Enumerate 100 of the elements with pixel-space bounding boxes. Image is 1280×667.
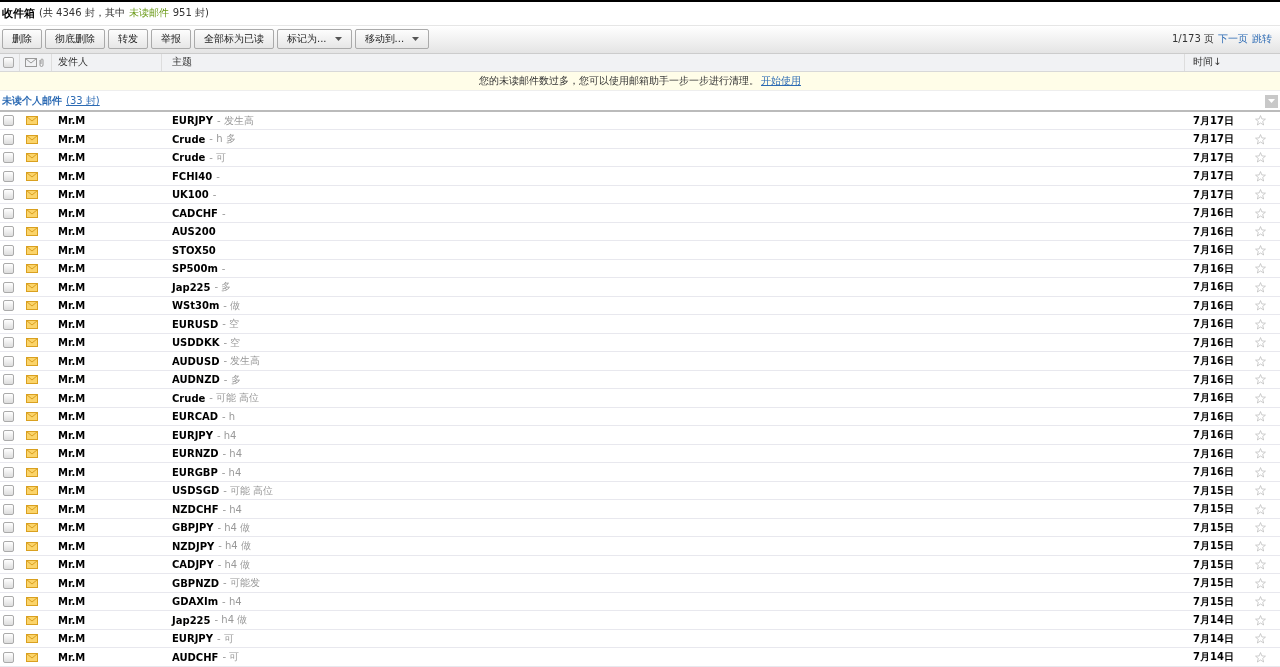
star-icon[interactable] — [1255, 540, 1266, 552]
mail-row[interactable]: Mr.M Jap225 - 多 7月16日 — [0, 278, 1280, 297]
star-icon[interactable] — [1255, 207, 1266, 219]
toolbar-button[interactable]: 全部标为已读 — [194, 29, 274, 50]
mail-row[interactable]: Mr.M GBPNZD - 可能发 7月15日 — [0, 574, 1280, 593]
mail-row[interactable]: Mr.M WSt30m - 做 7月16日 — [0, 297, 1280, 316]
star-icon[interactable] — [1255, 337, 1266, 349]
mail-row[interactable]: Mr.M NZDJPY - h4 做 7月15日 — [0, 537, 1280, 556]
row-checkbox[interactable] — [3, 374, 14, 386]
row-checkbox[interactable] — [3, 614, 14, 626]
mail-row[interactable]: Mr.M AUDUSD - 发生高 7月16日 — [0, 352, 1280, 371]
time-column-header[interactable]: 时间↓ — [1193, 55, 1222, 70]
row-checkbox[interactable] — [3, 577, 14, 589]
mail-row[interactable]: Mr.M GDAXIm - h4 7月15日 — [0, 593, 1280, 612]
toolbar-button[interactable]: 标记为... — [277, 29, 352, 50]
mail-row[interactable]: Mr.M EURGBP - h4 7月16日 — [0, 463, 1280, 482]
row-checkbox[interactable] — [3, 244, 14, 256]
jump-link[interactable]: 跳转 — [1252, 32, 1272, 47]
mail-row[interactable]: Mr.M GBPJPY - h4 做 7月15日 — [0, 519, 1280, 538]
row-checkbox[interactable] — [3, 318, 14, 330]
row-checkbox[interactable] — [3, 152, 14, 164]
row-checkbox[interactable] — [3, 226, 14, 238]
mail-row[interactable]: Mr.M STOX50 7月16日 — [0, 241, 1280, 260]
mail-row[interactable]: Mr.M EURCAD - h 7月16日 — [0, 408, 1280, 427]
star-icon[interactable] — [1255, 263, 1266, 275]
row-checkbox[interactable] — [3, 559, 14, 571]
toolbar-button[interactable]: 举报 — [151, 29, 191, 50]
star-icon[interactable] — [1255, 318, 1266, 330]
row-checkbox[interactable] — [3, 485, 14, 497]
row-checkbox[interactable] — [3, 522, 14, 534]
mail-row[interactable]: Mr.M USDDKK - 空 7月16日 — [0, 334, 1280, 353]
star-icon[interactable] — [1255, 503, 1266, 515]
row-checkbox[interactable] — [3, 503, 14, 515]
mail-row[interactable]: Mr.M EURJPY - 可 7月14日 — [0, 630, 1280, 649]
mail-row[interactable]: Mr.M SP500m - 7月16日 — [0, 260, 1280, 279]
star-icon[interactable] — [1255, 448, 1266, 460]
star-icon[interactable] — [1255, 133, 1266, 145]
sender-column-header[interactable]: 发件人 — [58, 55, 88, 70]
star-icon[interactable] — [1255, 485, 1266, 497]
star-icon[interactable] — [1255, 466, 1266, 478]
group-count-link[interactable]: (33 封) — [66, 94, 100, 109]
toolbar-button[interactable]: 转发 — [108, 29, 148, 50]
row-checkbox[interactable] — [3, 596, 14, 608]
mail-row[interactable]: Mr.M Crude - 可 7月17日 — [0, 149, 1280, 168]
next-page-link[interactable]: 下一页 — [1218, 32, 1248, 47]
row-checkbox[interactable] — [3, 448, 14, 460]
toolbar-button[interactable]: 移动到... — [354, 29, 430, 50]
row-checkbox[interactable] — [3, 466, 14, 478]
star-icon[interactable] — [1255, 374, 1266, 386]
star-icon[interactable] — [1255, 614, 1266, 626]
subject-column-header[interactable]: 主题 — [172, 55, 192, 70]
star-icon[interactable] — [1255, 300, 1266, 312]
row-checkbox[interactable] — [3, 337, 14, 349]
row-checkbox[interactable] — [3, 429, 14, 441]
row-checkbox[interactable] — [3, 207, 14, 219]
row-checkbox[interactable] — [3, 300, 14, 312]
star-icon[interactable] — [1255, 522, 1266, 534]
mail-row[interactable]: Mr.M EURJPY - h4 7月16日 — [0, 426, 1280, 445]
row-checkbox[interactable] — [3, 540, 14, 552]
row-checkbox[interactable] — [3, 189, 14, 201]
star-icon[interactable] — [1255, 244, 1266, 256]
row-checkbox[interactable] — [3, 392, 14, 404]
mail-row[interactable]: Mr.M FCHI40 - 7月17日 — [0, 167, 1280, 186]
star-icon[interactable] — [1255, 577, 1266, 589]
row-checkbox[interactable] — [3, 355, 14, 367]
star-icon[interactable] — [1255, 281, 1266, 293]
star-icon[interactable] — [1255, 633, 1266, 645]
start-using-link[interactable]: 开始使用 — [761, 73, 801, 88]
row-checkbox[interactable] — [3, 281, 14, 293]
mail-row[interactable]: Mr.M Crude - h 多 7月17日 — [0, 130, 1280, 149]
select-all-checkbox[interactable] — [3, 56, 14, 68]
collapse-button[interactable] — [1265, 94, 1278, 108]
star-icon[interactable] — [1255, 170, 1266, 182]
star-icon[interactable] — [1255, 115, 1266, 127]
toolbar-button[interactable]: 彻底删除 — [45, 29, 105, 50]
mail-row[interactable]: Mr.M CADCHF - 7月16日 — [0, 204, 1280, 223]
star-icon[interactable] — [1255, 596, 1266, 608]
mail-row[interactable]: Mr.M CADJPY - h4 做 7月15日 — [0, 556, 1280, 575]
star-icon[interactable] — [1255, 411, 1266, 423]
row-checkbox[interactable] — [3, 133, 14, 145]
row-checkbox[interactable] — [3, 115, 14, 127]
star-icon[interactable] — [1255, 226, 1266, 238]
row-checkbox[interactable] — [3, 651, 14, 663]
mail-row[interactable]: Mr.M EURJPY - 发生高 7月17日 — [0, 112, 1280, 131]
star-icon[interactable] — [1255, 429, 1266, 441]
mail-row[interactable]: Mr.M USDSGD - 可能 高位 7月15日 — [0, 482, 1280, 501]
star-icon[interactable] — [1255, 392, 1266, 404]
mail-row[interactable]: Mr.M Jap225 - h4 做 7月14日 — [0, 611, 1280, 630]
row-checkbox[interactable] — [3, 411, 14, 423]
row-checkbox[interactable] — [3, 263, 14, 275]
mail-row[interactable]: Mr.M AUDCHF - 可 7月14日 — [0, 648, 1280, 667]
mail-row[interactable]: Mr.M AUS200 7月16日 — [0, 223, 1280, 242]
row-checkbox[interactable] — [3, 170, 14, 182]
mail-row[interactable]: Mr.M NZDCHF - h4 7月15日 — [0, 500, 1280, 519]
mail-row[interactable]: Mr.M EURNZD - h4 7月16日 — [0, 445, 1280, 464]
mail-row[interactable]: Mr.M EURUSD - 空 7月16日 — [0, 315, 1280, 334]
star-icon[interactable] — [1255, 355, 1266, 367]
star-icon[interactable] — [1255, 189, 1266, 201]
star-icon[interactable] — [1255, 651, 1266, 663]
mail-row[interactable]: Mr.M Crude - 可能 高位 7月16日 — [0, 389, 1280, 408]
